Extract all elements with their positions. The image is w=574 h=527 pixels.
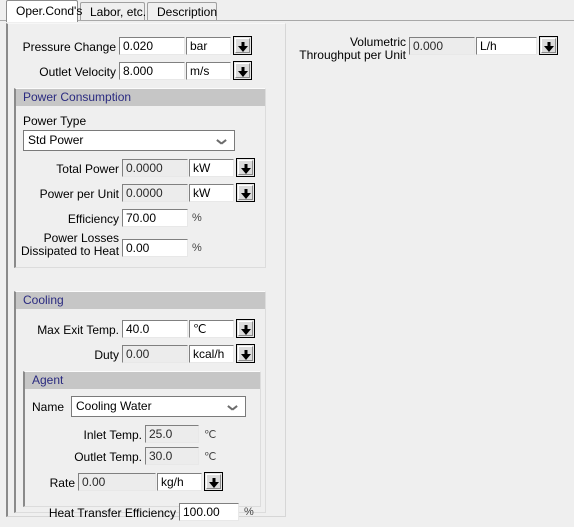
total-power-unit[interactable]: kW — [189, 159, 234, 177]
duty-label: Duty — [94, 348, 119, 362]
power-losses-label-line2: Dissipated to Heat — [21, 244, 120, 258]
volumetric-throughput-label-line2: Throughput per Unit — [299, 48, 406, 62]
tab-label: Oper.Cond's — [16, 4, 83, 18]
pressure-change-unit-dropdown-icon[interactable] — [233, 36, 252, 55]
total-power-label: Total Power — [56, 162, 119, 176]
efficiency-unit: % — [192, 212, 202, 224]
inlet-temp-label: Inlet Temp. — [83, 428, 142, 442]
outlet-velocity-label: Outlet Velocity — [39, 65, 116, 79]
tab-bar: Oper.Cond's Labor, etc. Description — [0, 0, 574, 22]
tab-page-oper-conds: Pressure Change 0.020 bar Outlet Velocit… — [0, 20, 574, 527]
outlet-velocity-unit-dropdown-icon[interactable] — [233, 61, 252, 80]
rate-label: Rate — [49, 476, 75, 490]
chevron-down-icon — [217, 139, 226, 144]
efficiency-label: Efficiency — [67, 212, 119, 226]
outlet-temp-input: 30.0 — [145, 447, 199, 465]
rate-unit[interactable]: kg/h — [157, 473, 202, 491]
agent-group: Agent Name Cooling Water Inlet Temp. 25.… — [23, 371, 261, 507]
outlet-velocity-input[interactable]: 8.000 — [119, 62, 185, 80]
duty-unit[interactable]: kcal/h — [189, 345, 234, 363]
heat-transfer-efficiency-unit: % — [244, 506, 254, 518]
max-exit-temp-input[interactable]: 40.0 — [122, 320, 188, 338]
inlet-temp-unit: ℃ — [204, 429, 217, 441]
cooling-group: Cooling Max Exit Temp. 40.0 ℃ Duty 0.00 … — [14, 291, 266, 521]
outlet-velocity-unit[interactable]: m/s — [186, 62, 231, 80]
power-per-unit-input: 0.0000 — [122, 184, 188, 202]
power-losses-input[interactable]: 0.00 — [122, 239, 188, 257]
rate-unit-dropdown-icon[interactable] — [204, 472, 223, 491]
outlet-temp-label: Outlet Temp. — [74, 450, 142, 464]
power-per-unit-unit-dropdown-icon[interactable] — [236, 183, 255, 202]
agent-name-label: Name — [32, 400, 65, 414]
power-consumption-group: Power Consumption Power Type Std Power T… — [14, 88, 266, 268]
tab-label: Description — [157, 5, 218, 19]
power-losses-unit: % — [192, 242, 202, 254]
max-exit-temp-label: Max Exit Temp. — [37, 323, 119, 337]
tab-label: Labor, etc. — [90, 5, 147, 19]
volumetric-throughput-unit-dropdown-icon[interactable] — [539, 36, 558, 55]
power-per-unit-unit[interactable]: kW — [189, 184, 234, 202]
chevron-down-icon — [228, 405, 237, 410]
tab-labor-etc[interactable]: Labor, etc. — [80, 2, 147, 21]
duty-input: 0.00 — [122, 345, 188, 363]
heat-transfer-efficiency-label: Heat Transfer Efficiency — [48, 506, 176, 520]
cooling-title: Cooling — [16, 292, 265, 309]
max-exit-temp-unit[interactable]: ℃ — [189, 320, 234, 338]
pressure-change-input[interactable]: 0.020 — [119, 37, 185, 55]
heat-transfer-efficiency-input[interactable]: 100.00 — [179, 503, 239, 521]
total-power-unit-dropdown-icon[interactable] — [236, 158, 255, 177]
agent-name-value: Cooling Water — [76, 399, 152, 413]
efficiency-input[interactable]: 70.00 — [122, 209, 188, 227]
inlet-temp-input: 25.0 — [145, 425, 199, 443]
outlet-temp-unit: ℃ — [204, 451, 217, 463]
volumetric-throughput-unit[interactable]: L/h — [476, 37, 537, 55]
pressure-change-unit[interactable]: bar — [186, 37, 231, 55]
max-exit-temp-unit-dropdown-icon[interactable] — [236, 319, 255, 338]
power-consumption-title: Power Consumption — [16, 89, 265, 106]
power-type-value: Std Power — [28, 133, 84, 147]
rate-input: 0.00 — [78, 473, 156, 491]
tab-oper-conds[interactable]: Oper.Cond's — [6, 0, 82, 22]
agent-name-select[interactable]: Cooling Water — [71, 396, 246, 417]
power-type-label: Power Type — [23, 114, 87, 128]
volumetric-throughput-input: 0.000 — [409, 37, 475, 55]
pressure-change-label: Pressure Change — [22, 40, 116, 54]
duty-unit-dropdown-icon[interactable] — [236, 344, 255, 363]
total-power-input: 0.0000 — [122, 159, 188, 177]
power-type-select[interactable]: Std Power — [23, 130, 235, 151]
agent-title: Agent — [25, 372, 260, 389]
power-per-unit-label: Power per Unit — [39, 187, 119, 201]
tab-description[interactable]: Description — [147, 2, 217, 21]
